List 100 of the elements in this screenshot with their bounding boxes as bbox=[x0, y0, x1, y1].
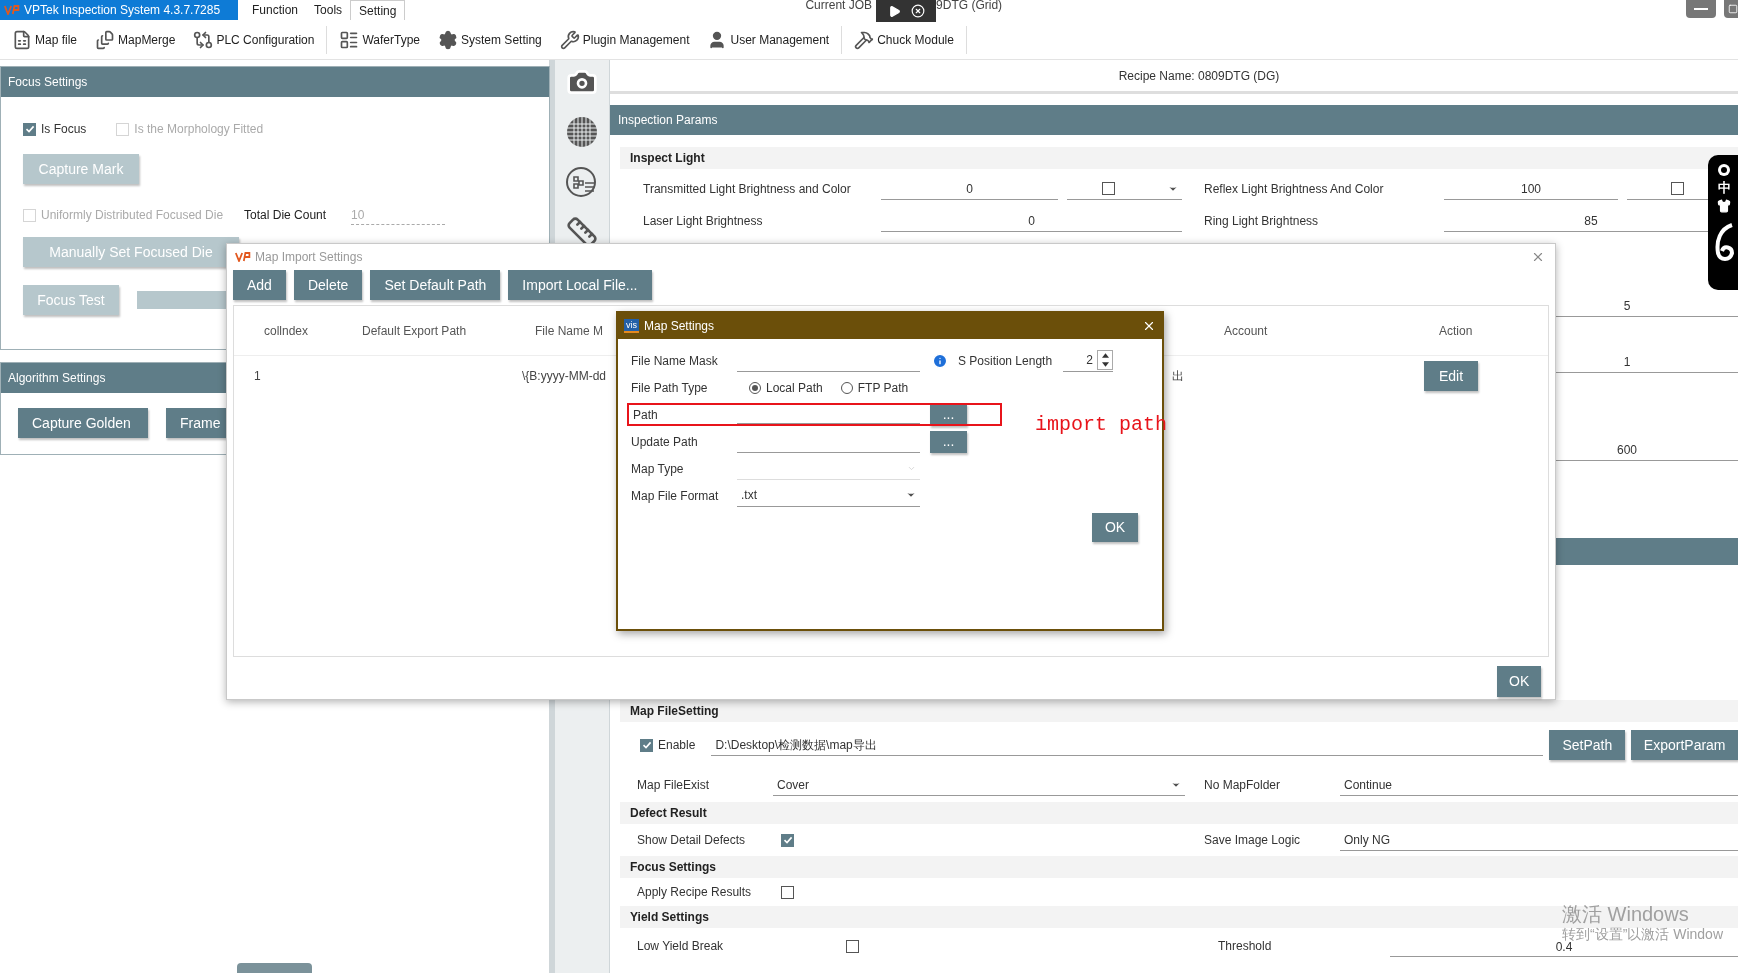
maximize-icon bbox=[1728, 4, 1738, 14]
section-heading: Map FileSetting bbox=[630, 703, 719, 720]
input-field[interactable]: 0 bbox=[881, 178, 1058, 200]
down-arrow-icon[interactable] bbox=[1101, 362, 1109, 367]
document-icon bbox=[12, 29, 32, 50]
settings-icon bbox=[438, 29, 459, 50]
job-label: 9DTG (Grid) bbox=[936, 0, 1003, 10]
list-icon bbox=[339, 29, 360, 50]
input-field[interactable]: Only NG bbox=[1340, 829, 1738, 851]
close-icon[interactable] bbox=[1142, 319, 1156, 333]
app-logo: vis bbox=[624, 319, 639, 333]
table-cell-text: 1 bbox=[254, 368, 262, 385]
dialog-title: Map Settings bbox=[644, 318, 715, 335]
radio-option[interactable]: Local Path bbox=[749, 378, 823, 397]
button[interactable]: Edit bbox=[1424, 361, 1478, 391]
button[interactable]: Set Default Path bbox=[370, 270, 501, 300]
field-label: Laser Light Brightness bbox=[643, 213, 764, 230]
checkbox-label: Low Yield Break bbox=[637, 938, 725, 955]
button[interactable]: OK bbox=[1497, 666, 1541, 697]
button[interactable]: ... bbox=[930, 430, 967, 453]
button[interactable]: Delete bbox=[293, 270, 363, 300]
input-field[interactable]: Continue bbox=[1340, 774, 1738, 796]
field-label: Reflex Light Brightness And Color bbox=[1204, 181, 1385, 198]
map-list-icon[interactable] bbox=[566, 166, 598, 198]
toolbar-button[interactable]: User Management bbox=[701, 24, 836, 55]
button[interactable]: Add bbox=[233, 270, 286, 300]
toolbar-button[interactable]: Map file bbox=[6, 24, 84, 55]
field-label: Threshold bbox=[1218, 938, 1273, 955]
field-label: File Name Mask bbox=[631, 352, 719, 370]
toolbar-button[interactable]: WaferType bbox=[333, 24, 427, 55]
path-field[interactable]: D:\Desktop\检测数据\map导出 bbox=[711, 734, 1544, 756]
dialog-title: Map Import Settings bbox=[255, 249, 363, 266]
checkbox-label: Is Focus bbox=[41, 121, 87, 138]
job-label: Current JOB bbox=[805, 0, 873, 10]
info-icon bbox=[932, 352, 948, 369]
logo-icon bbox=[4, 5, 20, 15]
toolbar-button[interactable]: System Setting bbox=[432, 24, 548, 55]
field-label: Transmitted Light Brightness and Color bbox=[643, 181, 852, 198]
input-field[interactable]: 100 bbox=[1444, 178, 1618, 200]
recipe-name: Recipe Name: 0809DTG (DG) bbox=[1118, 67, 1280, 85]
field-label: Map Type bbox=[631, 460, 685, 478]
button[interactable]: ExportParam bbox=[1631, 730, 1738, 760]
field-label: Ring Light Brightness bbox=[1204, 213, 1320, 230]
button[interactable]: OK bbox=[1092, 513, 1138, 542]
checkbox[interactable] bbox=[781, 833, 794, 847]
field-label: Update Path bbox=[631, 433, 699, 451]
checkbox[interactable] bbox=[1671, 182, 1684, 195]
toolbar-button[interactable]: Chuck Module bbox=[848, 24, 960, 55]
activation-title: 激活 Windows bbox=[1562, 902, 1690, 926]
column-header: Default Export Path bbox=[362, 322, 468, 340]
toolbar-button[interactable]: Plugin Management bbox=[553, 24, 696, 55]
section-heading: Yield Settings bbox=[630, 909, 709, 926]
field-label: Total Die Count bbox=[244, 207, 327, 224]
document-stack-icon bbox=[95, 29, 116, 50]
wrench-icon bbox=[559, 29, 580, 50]
toolbar-button[interactable]: PLC Configuration bbox=[187, 24, 321, 55]
column-header: File Name M bbox=[535, 322, 604, 340]
checkbox[interactable] bbox=[640, 738, 653, 752]
grid-circle-icon[interactable] bbox=[566, 116, 598, 148]
caret-icon bbox=[906, 490, 916, 500]
button[interactable]: ... bbox=[930, 403, 967, 426]
field-label: Path bbox=[632, 406, 659, 424]
hammer-icon bbox=[854, 29, 875, 50]
ime-mode[interactable]: 中 bbox=[1717, 181, 1731, 195]
checkbox[interactable] bbox=[846, 939, 859, 953]
section-heading: Focus Settings bbox=[630, 859, 716, 876]
panel-title: Algorithm Settings bbox=[8, 370, 106, 387]
dropdown[interactable]: Cover bbox=[773, 774, 1185, 796]
column-header: Account bbox=[1224, 322, 1269, 340]
spin-field[interactable]: 2 bbox=[1063, 349, 1113, 372]
field-label: S Position Length bbox=[958, 352, 1054, 370]
ime-shape-icon bbox=[1714, 223, 1734, 263]
field-label: No MapFolder bbox=[1204, 777, 1282, 794]
minimize-button[interactable] bbox=[1686, 0, 1716, 18]
maximize-button[interactable] bbox=[1724, 0, 1738, 18]
button[interactable]: Capture Golden bbox=[18, 408, 148, 438]
dropdown[interactable]: .txt bbox=[737, 484, 920, 507]
table-cell-text: 出 bbox=[1172, 368, 1185, 385]
radio-option[interactable]: FTP Path bbox=[840, 378, 909, 397]
checkbox[interactable] bbox=[1102, 182, 1115, 195]
button[interactable]: SetPath bbox=[1549, 730, 1626, 760]
connection-icon bbox=[193, 29, 214, 50]
input-field[interactable]: 0 bbox=[881, 210, 1182, 232]
menu-tab[interactable]: Setting bbox=[350, 0, 406, 20]
panel-title: Inspection Params bbox=[618, 112, 718, 129]
field-label: Save Image Logic bbox=[1204, 832, 1302, 849]
checkbox[interactable] bbox=[23, 122, 36, 136]
toolbar-button[interactable]: MapMerge bbox=[89, 24, 182, 55]
checkbox-label: Uniformly Distributed Focused Die bbox=[41, 207, 224, 224]
checkbox-label: Enable bbox=[658, 737, 696, 754]
app-title: VPTek Inspection System 4.3.7.7285 bbox=[24, 2, 221, 19]
column-header: Action bbox=[1439, 322, 1473, 340]
checkbox[interactable] bbox=[781, 885, 794, 899]
logo-icon bbox=[1717, 163, 1731, 177]
play-icon[interactable] bbox=[887, 4, 901, 18]
shirt-icon[interactable] bbox=[1717, 199, 1731, 213]
up-arrow-icon[interactable] bbox=[1101, 353, 1109, 358]
button[interactable]: Import Local File... bbox=[508, 270, 652, 300]
tab-handle[interactable] bbox=[237, 963, 312, 973]
close-icon[interactable] bbox=[910, 4, 925, 18]
